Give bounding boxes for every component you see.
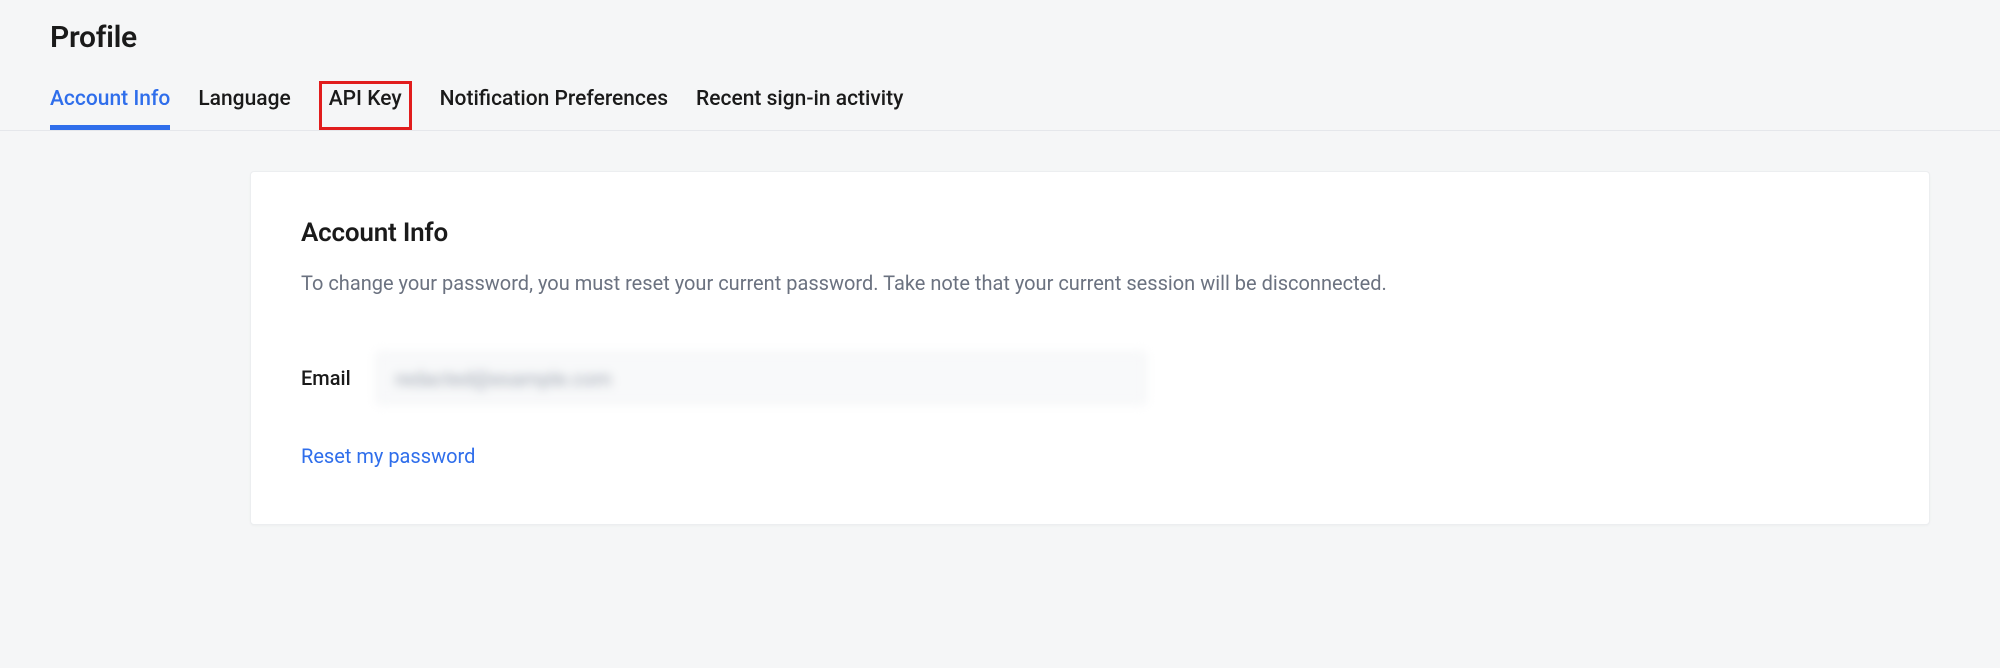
- page-title: Profile: [50, 20, 1950, 55]
- tab-label: Language: [198, 87, 290, 111]
- account-info-card: Account Info To change your password, yo…: [250, 171, 1930, 525]
- card-description: To change your password, you must reset …: [301, 268, 1879, 298]
- tab-account-info[interactable]: Account Info: [50, 87, 170, 130]
- email-label: Email: [301, 366, 356, 390]
- tab-api-key[interactable]: API Key: [319, 81, 412, 130]
- tab-label: Notification Preferences: [440, 87, 668, 111]
- tabs-nav: Account Info Language API Key Notificati…: [50, 87, 1950, 130]
- tab-label: API Key: [329, 87, 402, 111]
- email-field[interactable]: redacted@example.com: [376, 352, 1146, 404]
- tab-notification-preferences[interactable]: Notification Preferences: [440, 87, 668, 130]
- email-row: Email redacted@example.com: [301, 352, 1879, 404]
- reset-password-link[interactable]: Reset my password: [301, 444, 1879, 468]
- tab-language[interactable]: Language: [198, 87, 290, 130]
- tab-label: Recent sign-in activity: [696, 87, 903, 111]
- card-title: Account Info: [301, 218, 1879, 248]
- header-region: Profile Account Info Language API Key No…: [0, 0, 2000, 131]
- tab-recent-signin-activity[interactable]: Recent sign-in activity: [696, 87, 903, 130]
- content-area: Account Info To change your password, yo…: [0, 131, 2000, 575]
- tab-label: Account Info: [50, 87, 170, 111]
